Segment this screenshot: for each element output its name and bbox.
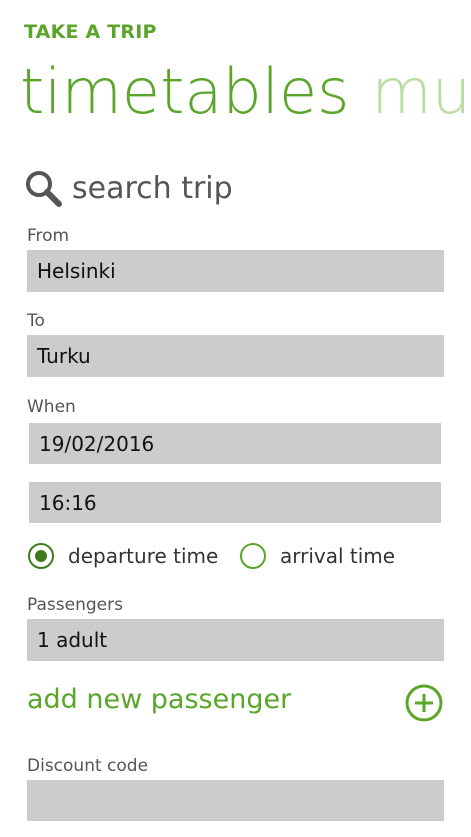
arrival-time-radio[interactable]: arrival time [240, 538, 395, 574]
discount-code-field[interactable] [27, 780, 444, 821]
passengers-label: Passengers [27, 595, 123, 615]
discount-code-label: Discount code [27, 756, 149, 776]
when-label: When [27, 397, 76, 417]
from-field[interactable]: Helsinki [27, 250, 444, 292]
radio-unchecked-icon [240, 543, 266, 569]
search-icon [24, 169, 62, 207]
time-picker[interactable]: 16:16 [29, 482, 441, 523]
date-picker[interactable]: 19/02/2016 [29, 423, 441, 464]
to-field[interactable]: Turku [27, 335, 444, 377]
app-title: TAKE A TRIP [24, 21, 157, 43]
add-passenger-link[interactable]: add new passenger [27, 684, 291, 715]
arrival-time-label: arrival time [280, 544, 396, 568]
search-trip-label: search trip [72, 170, 233, 206]
pivot-header: timetables mul [20, 52, 471, 132]
passengers-field[interactable]: 1 adult [27, 619, 444, 661]
to-label: To [27, 311, 45, 331]
departure-time-label: departure time [68, 544, 219, 568]
departure-time-radio[interactable]: departure time [28, 538, 218, 574]
search-trip-button[interactable]: search trip [24, 166, 233, 210]
radio-checked-icon [28, 543, 54, 569]
tab-timetables[interactable]: timetables [20, 55, 349, 128]
plus-circle-icon[interactable] [405, 684, 443, 722]
tab-next[interactable]: mul [371, 55, 471, 128]
from-label: From [27, 226, 70, 246]
